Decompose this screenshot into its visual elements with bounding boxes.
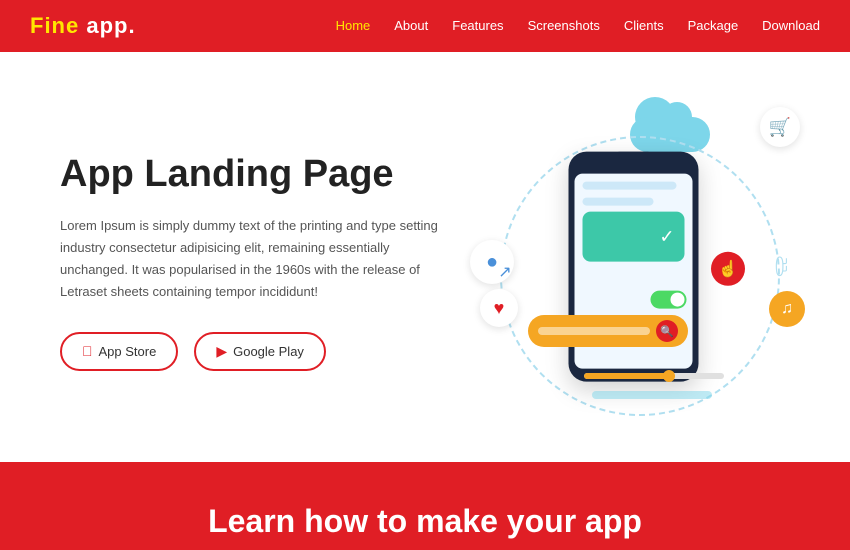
logo-fine: Fine [30, 13, 79, 38]
phone-container: ✓ ● 🛒 ↗ ♥ ♫ ꊢ ☝ [480, 97, 800, 427]
googleplay-button[interactable]: ▶ Google Play [194, 332, 326, 371]
hero-content: App Landing Page Lorem Ipsum is simply d… [60, 153, 480, 370]
navbar: Fine app. Home About Features Screenshot… [0, 0, 850, 52]
footer-tagline: Learn how to make your app [208, 503, 642, 540]
hero-section: App Landing Page Lorem Ipsum is simply d… [0, 52, 850, 462]
basket-icon: 🛒 [760, 107, 800, 147]
logo-app: app. [86, 13, 135, 38]
slider-knob [663, 370, 675, 382]
search-icon: 🔍 [656, 320, 678, 342]
nav-item-clients[interactable]: Clients [624, 17, 664, 35]
nav-links: Home About Features Screenshots Clients … [336, 17, 820, 35]
apple-icon:  [82, 343, 93, 359]
hero-title: App Landing Page [60, 153, 480, 197]
check-icon: ✓ [659, 226, 674, 247]
cta-buttons:  App Store ▶ Google Play [60, 332, 480, 371]
search-bar-illustration: 🔍 [528, 315, 688, 347]
music-icon: ♫ [769, 291, 805, 327]
slider-illustration [584, 373, 724, 379]
hero-description: Lorem Ipsum is simply dummy text of the … [60, 215, 440, 303]
nav-item-home[interactable]: Home [336, 17, 371, 35]
hero-illustration: ✓ ● 🛒 ↗ ♥ ♫ ꊢ ☝ [480, 92, 800, 432]
toggle-switch [651, 291, 687, 309]
footer-section: Learn how to make your app [0, 462, 850, 550]
nav-item-download[interactable]: Download [762, 17, 820, 35]
toggle-knob [671, 293, 685, 307]
logo: Fine app. [30, 13, 136, 39]
nav-item-about[interactable]: About [394, 17, 428, 35]
heart-icon: ♥ [480, 289, 518, 327]
nav-item-package[interactable]: Package [688, 17, 739, 35]
screen-line-2 [583, 198, 654, 206]
search-bar-text [538, 327, 650, 335]
slider-fill [584, 373, 675, 379]
cursor-icon: ☝ [711, 252, 745, 286]
phone-device: ✓ [569, 152, 699, 382]
googleplay-label: Google Play [233, 344, 304, 359]
nav-item-screenshots[interactable]: Screenshots [528, 17, 600, 35]
bottom-bar-illustration [592, 391, 712, 399]
arrow-icon: ↗ [490, 257, 520, 287]
screen-line-1 [583, 182, 677, 190]
screen-card: ✓ [583, 212, 685, 262]
play-icon: ▶ [216, 343, 227, 360]
phone-notch [619, 152, 649, 160]
appstore-button[interactable]:  App Store [60, 332, 178, 371]
appstore-label: App Store [99, 344, 157, 359]
nav-item-features[interactable]: Features [452, 17, 503, 35]
wifi-icon: ꊢ [773, 253, 790, 282]
